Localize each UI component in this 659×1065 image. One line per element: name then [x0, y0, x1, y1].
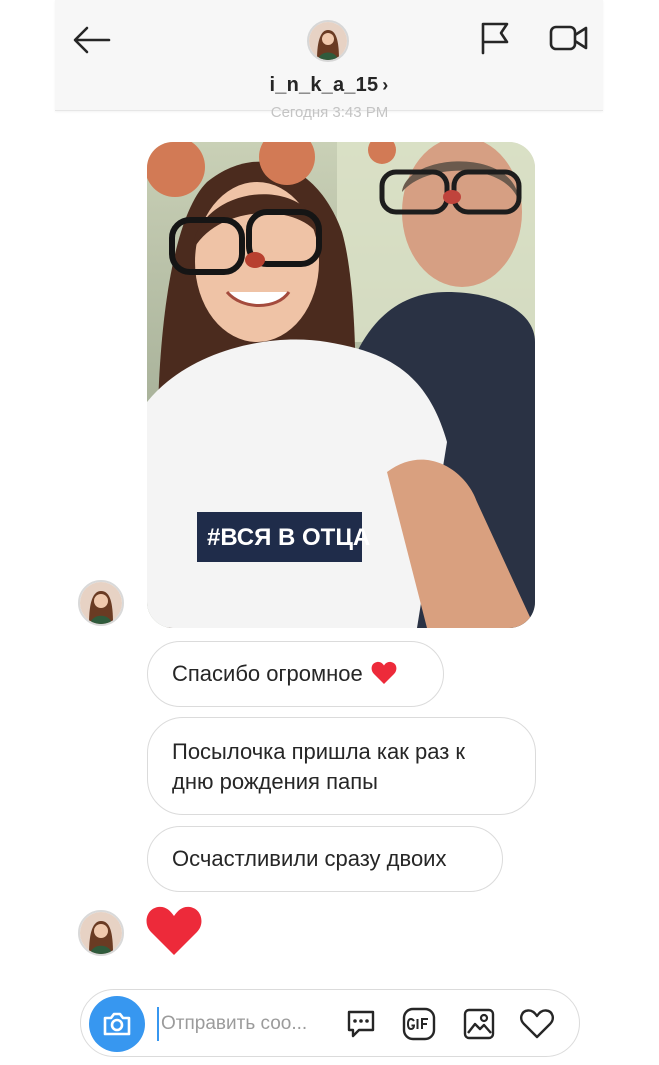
- username-link[interactable]: i_n_k_a_15 ›: [55, 74, 603, 97]
- gallery-button[interactable]: [461, 1006, 497, 1042]
- profile-photo-thumbnail: [309, 22, 347, 60]
- camera-icon: [103, 1012, 131, 1036]
- shirt-caption: #ВСЯ В ОТЦА: [207, 524, 370, 551]
- back-button[interactable]: [70, 18, 114, 62]
- header-avatar[interactable]: [307, 20, 349, 62]
- like-button[interactable]: [519, 1006, 555, 1042]
- chevron-right-icon: ›: [382, 75, 389, 95]
- message-timestamp: Сегодня 3:43 PM: [270, 104, 389, 121]
- message-text: Осчастливили сразу двоих: [172, 846, 447, 871]
- report-flag-button[interactable]: [477, 18, 513, 58]
- chat-bubble-button[interactable]: [343, 1006, 379, 1042]
- message-composer: [80, 989, 580, 1057]
- chat-bubble-icon: [347, 1010, 375, 1038]
- message-text: Спасибо огромное: [172, 661, 363, 686]
- camera-button[interactable]: [89, 996, 145, 1052]
- sender-avatar[interactable]: [78, 910, 124, 956]
- big-heart-reaction-icon[interactable]: [145, 905, 203, 957]
- flag-icon: [481, 22, 509, 55]
- sender-photo-thumbnail: [80, 912, 122, 954]
- message-bubble[interactable]: Спасибо огромное: [147, 641, 444, 707]
- red-heart-emoji-icon: [371, 661, 397, 684]
- selfie-photo-illustration: #ВСЯ В ОТЦА: [147, 142, 535, 628]
- video-camera-icon: [549, 25, 588, 51]
- arrow-left-icon: [73, 26, 111, 54]
- message-bubble[interactable]: Осчастливили сразу двоих: [147, 826, 503, 892]
- gallery-icon: [463, 1008, 495, 1040]
- sender-photo-thumbnail: [80, 582, 122, 624]
- chat-header: i_n_k_a_15 ›: [55, 0, 603, 111]
- message-text: Посылочка пришла как раз к дню рождения …: [172, 739, 466, 794]
- video-call-button[interactable]: [547, 18, 591, 58]
- message-input[interactable]: [157, 1007, 331, 1041]
- message-bubble[interactable]: Посылочка пришла как раз к дню рождения …: [147, 717, 536, 815]
- gif-button[interactable]: [401, 1006, 437, 1042]
- shared-photo[interactable]: #ВСЯ В ОТЦА: [147, 142, 535, 628]
- gif-icon: [402, 1007, 436, 1041]
- heart-outline-icon: [520, 1009, 554, 1039]
- username-text: i_n_k_a_15: [269, 74, 379, 96]
- sender-avatar[interactable]: [78, 580, 124, 626]
